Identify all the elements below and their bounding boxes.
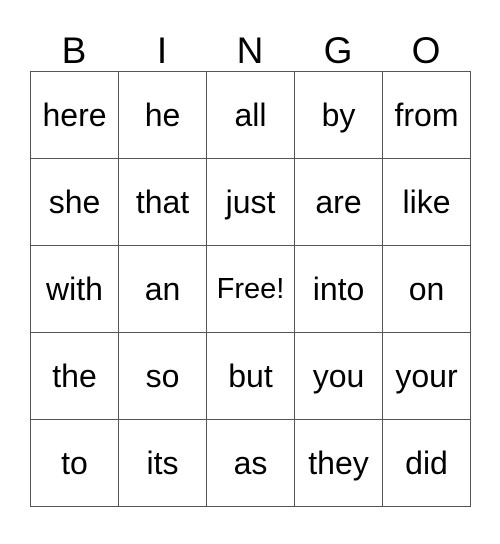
bingo-cell-label: you [312,358,365,394]
bingo-cell[interactable]: from [383,72,471,159]
bingo-cell[interactable]: that [119,159,207,246]
bingo-cell[interactable]: all [207,72,295,159]
bingo-cell[interactable]: on [383,246,471,333]
bingo-cell[interactable]: he [119,72,207,159]
bingo-cell[interactable]: an [119,246,207,333]
bingo-cell-label: by [321,97,356,133]
bingo-row: to its as they did [31,420,471,507]
bingo-cell-label: that [135,184,190,220]
bingo-cell-label: but [228,358,273,394]
bingo-row: here he all by from [31,72,471,159]
bingo-cell-label: all [234,97,267,133]
bingo-header-letter-i: I [156,30,168,71]
bingo-cell-label: its [146,445,179,481]
bingo-card: B I N G O here he all by from she that j… [30,14,471,507]
bingo-cell-label: on [408,271,445,307]
bingo-cell[interactable]: just [207,159,295,246]
bingo-cell-label: did [405,445,448,481]
bingo-cell[interactable]: did [383,420,471,507]
bingo-cell[interactable]: here [31,72,119,159]
bingo-cell-label: into [312,271,365,307]
bingo-cell-label: she [48,184,101,220]
bingo-cell[interactable]: she [31,159,119,246]
bingo-cell-label: just [225,184,276,220]
bingo-cell-label: the [52,358,97,394]
bingo-cell-label: as [233,445,268,481]
bingo-cell-label: your [395,358,458,394]
bingo-free-space-cell[interactable]: Free! [207,246,295,333]
bingo-cell[interactable]: the [31,333,119,420]
bingo-cell-label: are [315,184,362,220]
bingo-grid: here he all by from she that just are li… [30,71,471,507]
bingo-cell[interactable]: you [295,333,383,420]
bingo-cell-label: like [402,184,451,220]
bingo-header-letter-n: N [236,30,264,71]
bingo-cell-label: from [394,97,459,133]
bingo-cell-label: he [144,97,181,133]
bingo-cell[interactable]: to [31,420,119,507]
bingo-cell[interactable]: but [207,333,295,420]
bingo-cell-label: so [145,358,180,394]
bingo-cell-label: here [42,97,107,133]
bingo-cell-label: with [46,271,103,307]
bingo-row: with an Free! into on [31,246,471,333]
bingo-cell[interactable]: are [295,159,383,246]
bingo-header-letter-g: G [323,30,353,71]
bingo-cell[interactable]: so [119,333,207,420]
bingo-cell[interactable]: they [295,420,383,507]
bingo-cell[interactable]: with [31,246,119,333]
bingo-cell[interactable]: like [383,159,471,246]
bingo-free-space-label: Free! [216,273,285,305]
bingo-cell-label: an [144,271,181,307]
bingo-row: she that just are like [31,159,471,246]
bingo-row: the so but you your [31,333,471,420]
bingo-header-letter-o: O [411,30,441,71]
bingo-cell[interactable]: your [383,333,471,420]
bingo-cell[interactable]: as [207,420,295,507]
bingo-header-letter-b: B [61,30,87,71]
bingo-header-row: B I N G O [30,14,470,71]
bingo-cell[interactable]: into [295,246,383,333]
bingo-cell[interactable]: its [119,420,207,507]
bingo-cell-label: to [61,445,88,481]
bingo-cell-label: they [308,445,369,481]
bingo-cell[interactable]: by [295,72,383,159]
